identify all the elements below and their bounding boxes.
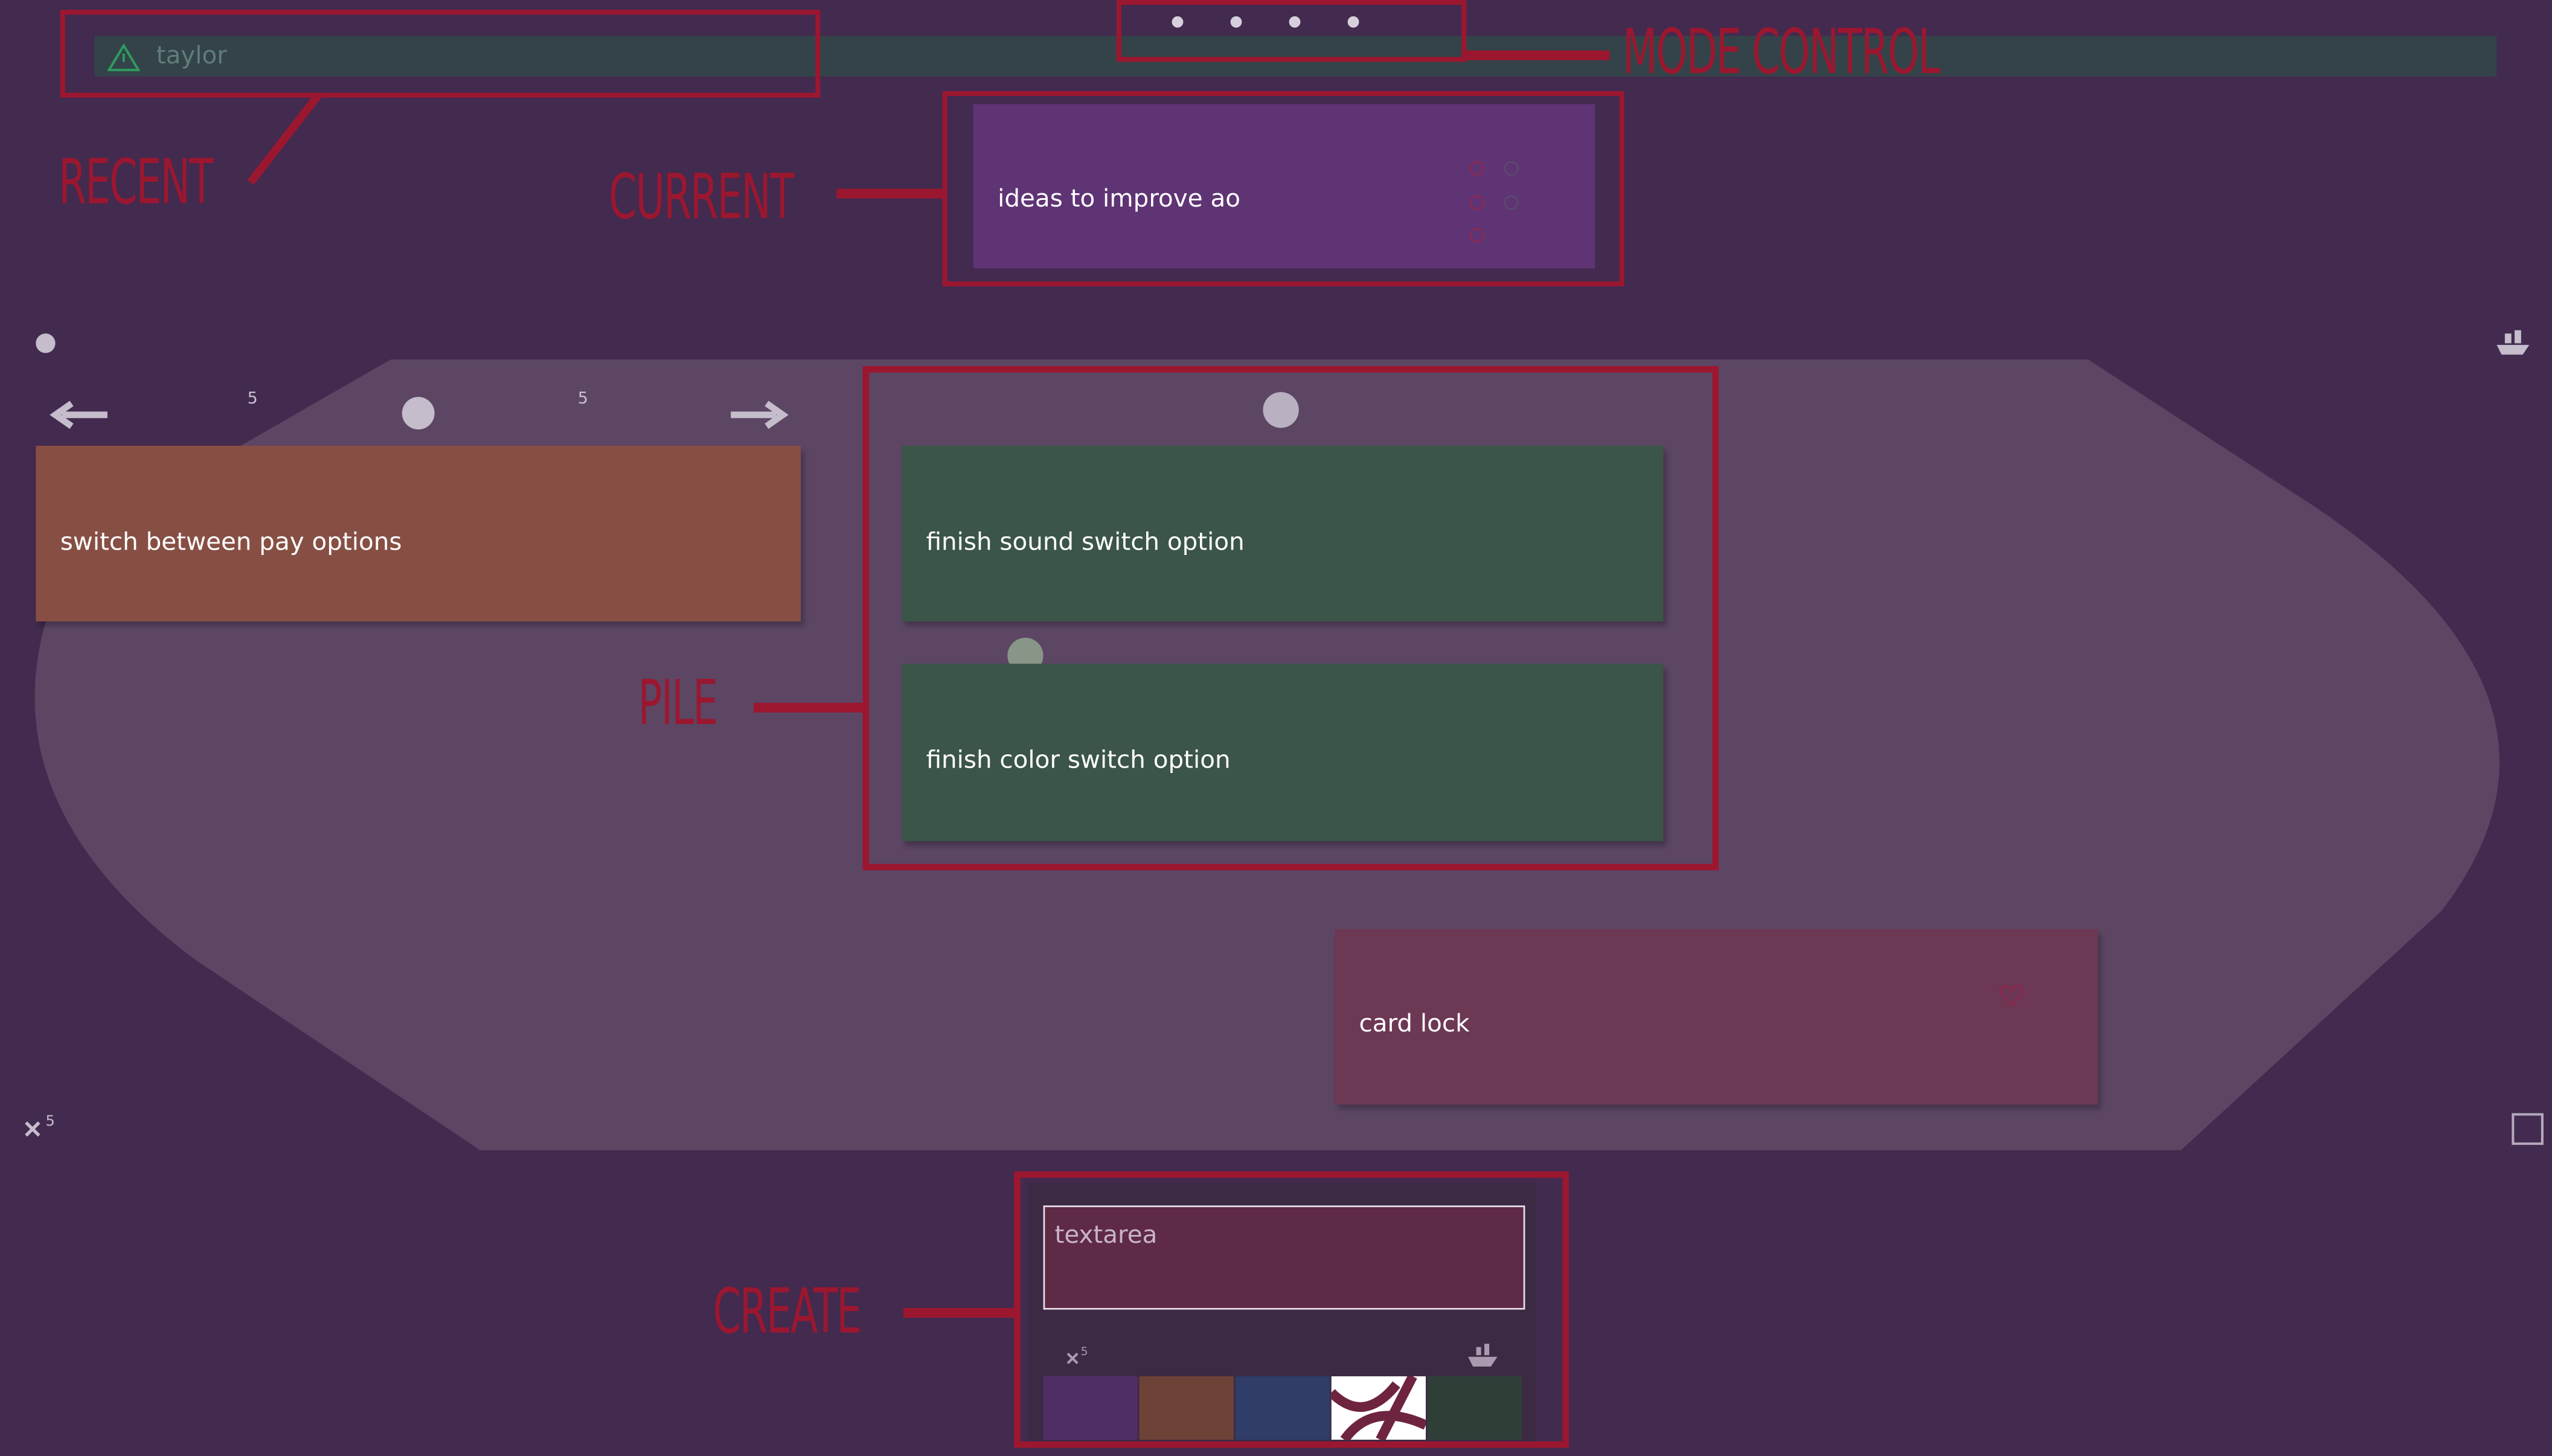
card-pay-options[interactable]: switch between pay options bbox=[36, 446, 801, 622]
pile-annotation-label: PILE bbox=[638, 667, 719, 739]
left-count-badge: 5 bbox=[247, 390, 258, 409]
recent-annotation-box bbox=[60, 10, 821, 98]
blob-icon[interactable] bbox=[33, 330, 59, 356]
create-annotation-line bbox=[903, 1307, 1018, 1318]
create-annotation-box bbox=[1014, 1171, 1569, 1448]
arrow-right-icon[interactable] bbox=[728, 399, 789, 431]
recent-annotation-line bbox=[247, 92, 322, 185]
square-icon[interactable] bbox=[2510, 1111, 2545, 1147]
create-annotation-label: CREATE bbox=[713, 1275, 862, 1347]
svg-text:5: 5 bbox=[45, 1112, 54, 1129]
recent-annotation-label: RECENT bbox=[59, 146, 214, 218]
mode-control-annotation-line bbox=[1463, 50, 1610, 60]
arrow-left-icon[interactable] bbox=[49, 399, 111, 431]
current-annotation-line bbox=[836, 188, 944, 199]
current-annotation-box bbox=[942, 91, 1624, 287]
card-label: switch between pay options bbox=[60, 527, 402, 557]
pile-annotation-box bbox=[862, 366, 1719, 871]
mode-control-annotation-box bbox=[1116, 0, 1467, 62]
blob-icon[interactable] bbox=[399, 391, 438, 433]
mode-control-annotation-label: MODE CONTROL bbox=[1623, 16, 1940, 88]
shuffle-icon[interactable]: 5 bbox=[23, 1109, 62, 1142]
card-label: card lock bbox=[1359, 1009, 1470, 1038]
ship-icon[interactable] bbox=[2493, 327, 2533, 356]
right-count-badge: 5 bbox=[577, 390, 588, 409]
card-lock[interactable]: card lock bbox=[1335, 929, 2098, 1105]
lock-heart-icon[interactable] bbox=[1999, 983, 2025, 1009]
pile-annotation-line bbox=[753, 702, 865, 713]
current-annotation-label: CURRENT bbox=[609, 161, 794, 233]
